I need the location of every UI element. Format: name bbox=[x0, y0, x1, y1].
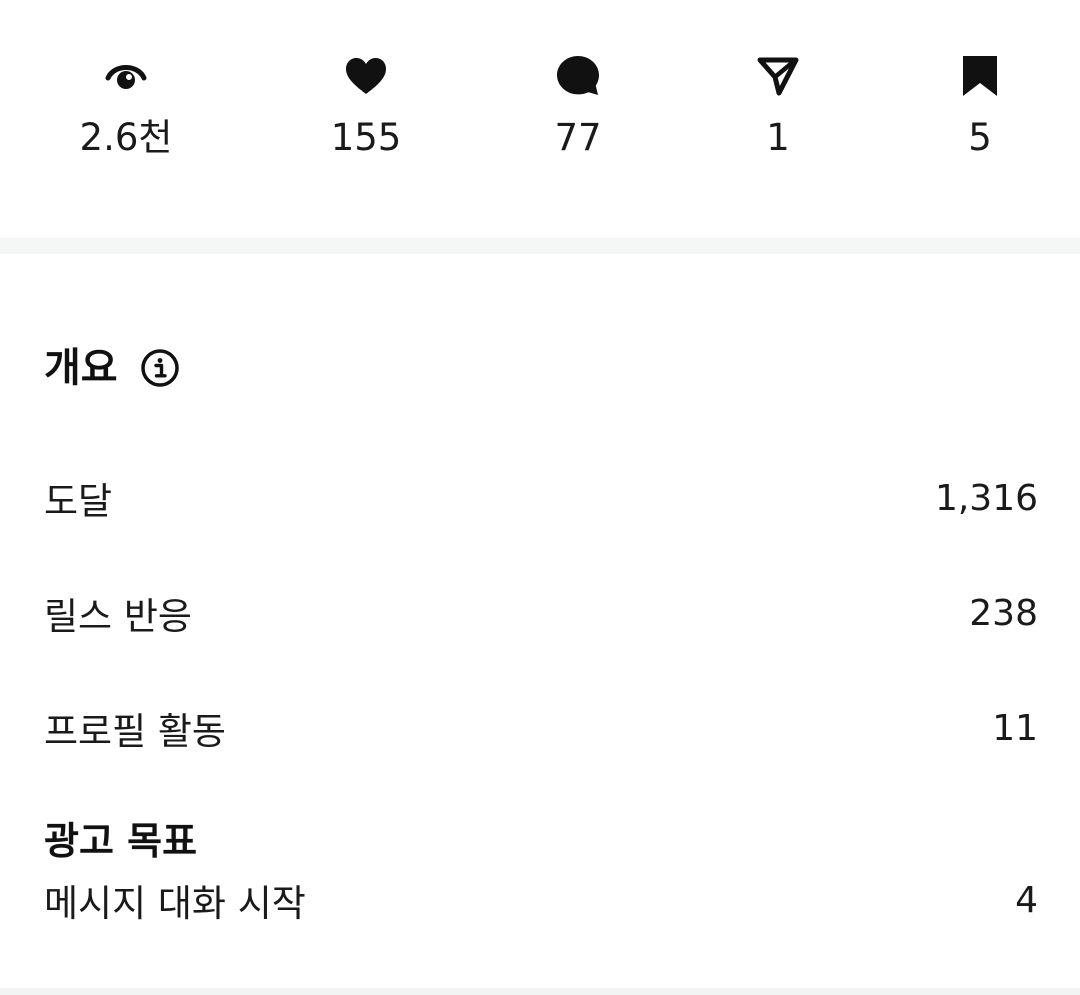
comment-icon bbox=[554, 50, 602, 102]
heart-icon bbox=[342, 50, 390, 102]
metric-label-reels-reaction: 릴스 반응 bbox=[44, 595, 192, 638]
likes-stat[interactable]: 155 bbox=[286, 50, 446, 160]
metric-value-profile-activity: 11 bbox=[992, 707, 1038, 749]
comments-stat[interactable]: 77 bbox=[498, 50, 658, 160]
engagement-stats-row: 2.6천 155 77 1 5 bbox=[0, 0, 1080, 238]
ad-goal-heading: 광고 목표 bbox=[44, 819, 198, 863]
likes-count: 155 bbox=[330, 116, 402, 159]
views-stat[interactable]: 2.6천 bbox=[46, 50, 206, 160]
metric-label-reach: 도달 bbox=[44, 480, 113, 523]
eye-icon bbox=[102, 50, 150, 102]
overview-header: 개요 bbox=[44, 340, 180, 396]
overview-title: 개요 bbox=[44, 345, 118, 391]
metric-row-reach[interactable]: 도달 1,316 bbox=[44, 468, 1038, 528]
metric-row-reels-reaction[interactable]: 릴스 반응 238 bbox=[44, 583, 1038, 643]
metric-label-message-conversations: 메시지 대화 시작 bbox=[44, 882, 306, 925]
metric-value-reach: 1,316 bbox=[934, 477, 1038, 519]
shares-count: 1 bbox=[766, 116, 790, 159]
section-divider bbox=[0, 238, 1080, 254]
saves-stat[interactable]: 5 bbox=[900, 50, 1060, 160]
bookmark-icon bbox=[956, 50, 1004, 102]
views-count: 2.6천 bbox=[79, 116, 173, 159]
saves-count: 5 bbox=[968, 116, 992, 159]
bottom-divider bbox=[0, 988, 1080, 995]
metric-label-profile-activity: 프로필 활동 bbox=[44, 710, 226, 753]
share-icon bbox=[754, 50, 802, 102]
metric-row-message-conversations[interactable]: 메시지 대화 시작 4 bbox=[44, 870, 1038, 930]
info-icon[interactable] bbox=[140, 348, 180, 388]
shares-stat[interactable]: 1 bbox=[698, 50, 858, 160]
metric-row-profile-activity[interactable]: 프로필 활동 11 bbox=[44, 698, 1038, 758]
metric-value-message-conversations: 4 bbox=[1015, 879, 1038, 921]
metric-value-reels-reaction: 238 bbox=[969, 592, 1038, 634]
comments-count: 77 bbox=[554, 116, 602, 159]
